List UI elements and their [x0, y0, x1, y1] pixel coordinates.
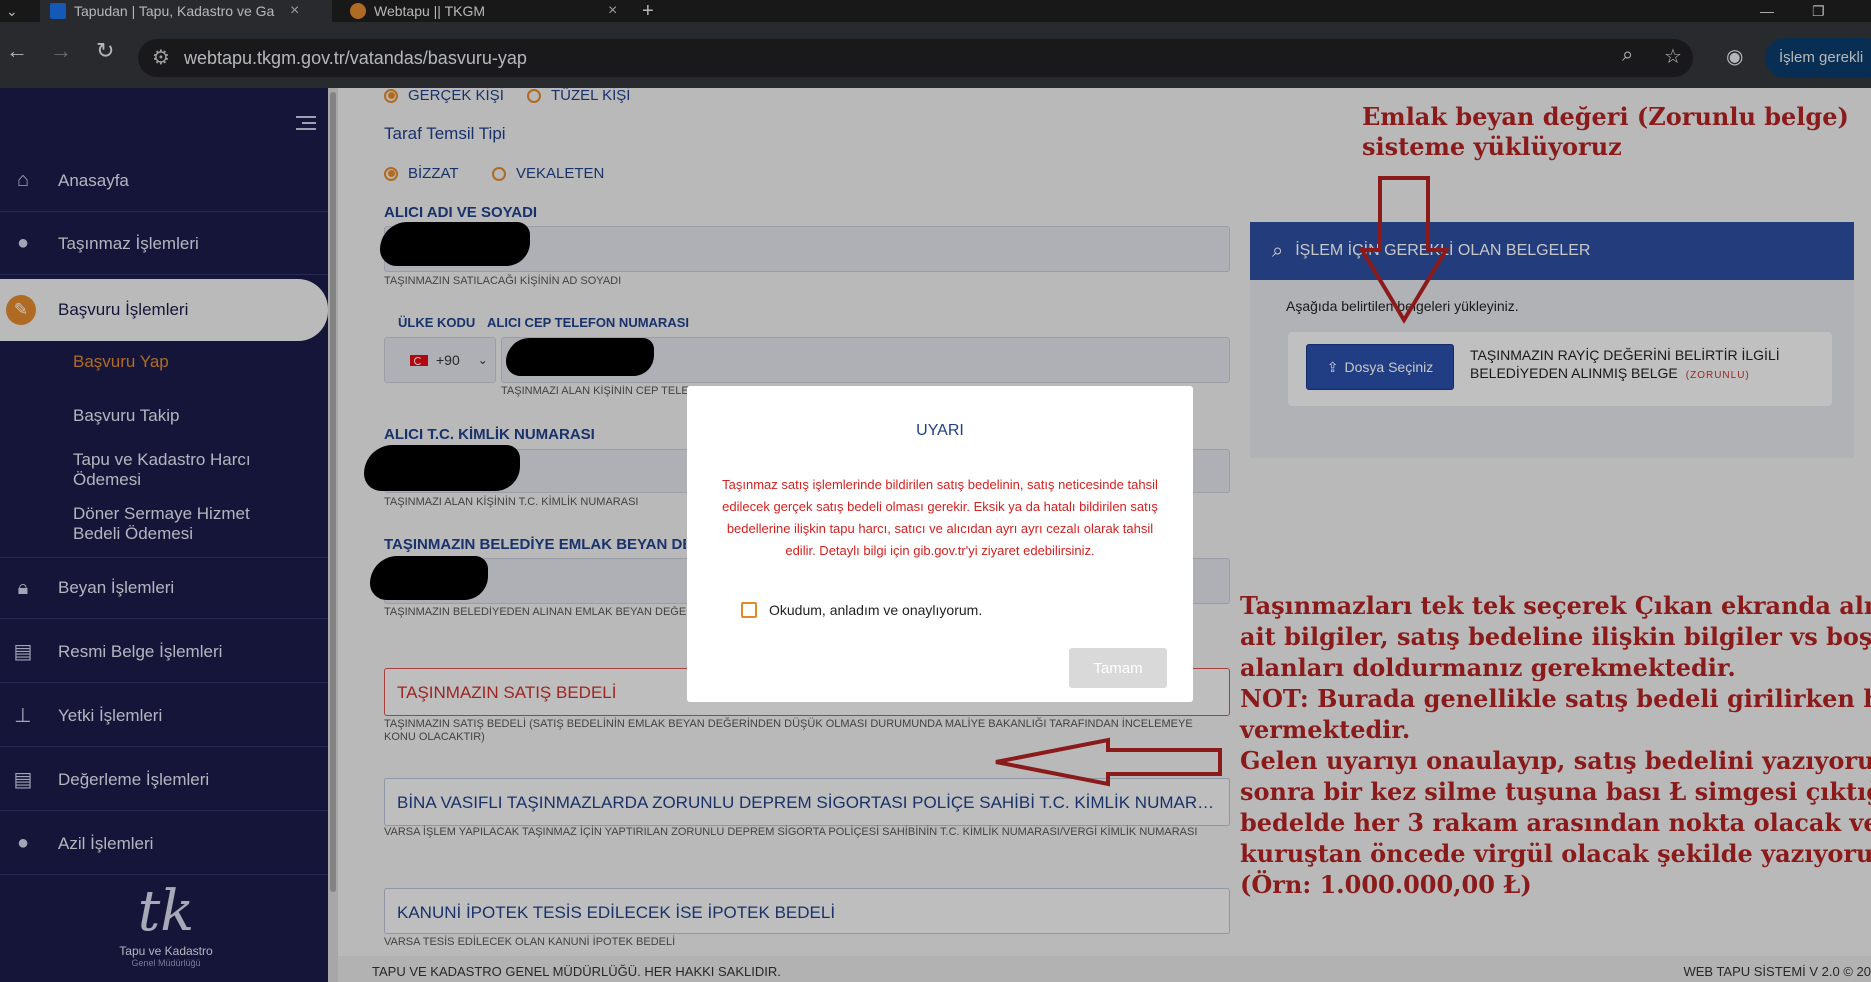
annotation-line: Taşınmazları tek tek seçerek Çıkan ekran…	[1240, 591, 1871, 620]
annotation-line: Emlak beyan değeri (Zorunlu belge)	[1362, 102, 1849, 131]
down-arrow-annotation	[1358, 176, 1450, 324]
annotation-line: alanları doldurmanız gerekmektedir.	[1240, 653, 1736, 682]
annotation-top: Emlak beyan değeri (Zorunlu belge) siste…	[1362, 102, 1849, 162]
annotation-line: Gelen uyarıyı onaulayıp, satış bedelini …	[1240, 746, 1871, 775]
annotation-main: Taşınmazları tek tek seçerek Çıkan ekran…	[1240, 590, 1871, 900]
annotation-line: ait bilgiler, satış bedeline ilişkin bil…	[1240, 622, 1871, 651]
annotation-line: sisteme yüklüyoruz	[1362, 132, 1622, 161]
annotation-line: sonra bir kez silme tuşuna bası Ł simges…	[1240, 777, 1871, 806]
annotation-line: (Örn: 1.000.000,00 Ł)	[1240, 870, 1532, 899]
left-arrow-annotation	[995, 737, 1222, 787]
annotation-line: kuruştan öncede virgül olacak şekilde ya…	[1240, 839, 1871, 868]
annotation-line: bedelde her 3 rakam arasından nokta olac…	[1240, 808, 1871, 837]
annotation-line: vermektedir.	[1240, 715, 1411, 744]
annotation-line: NOT: Burada genellikle satış bedeli giri…	[1240, 684, 1871, 713]
